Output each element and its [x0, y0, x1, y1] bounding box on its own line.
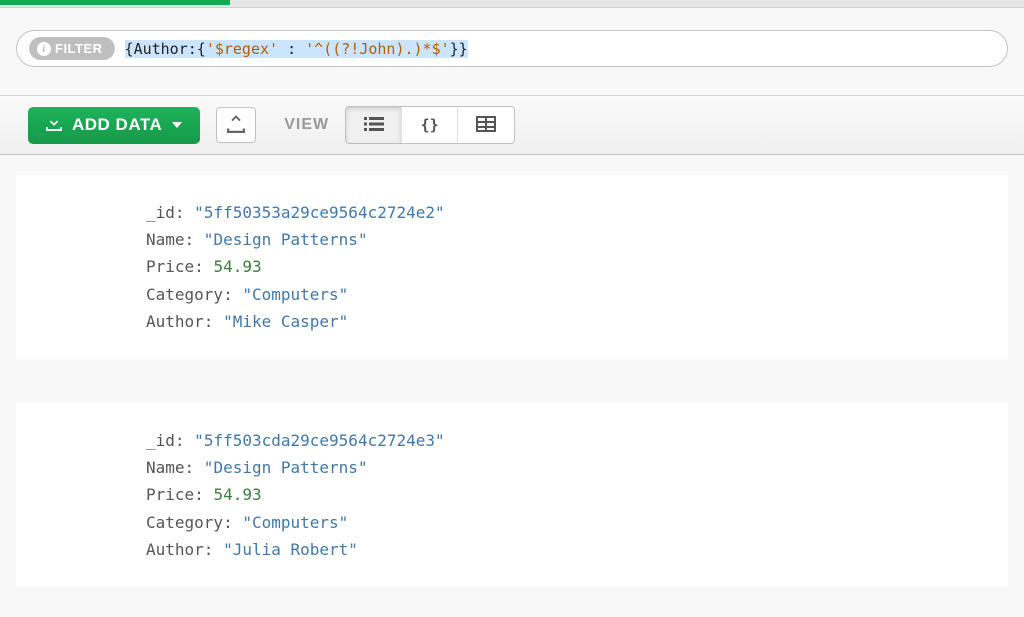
active-tab-indicator: [0, 0, 230, 5]
view-list-button[interactable]: [346, 107, 402, 143]
field-value: "Design Patterns": [204, 230, 368, 249]
view-json-button[interactable]: {}: [402, 107, 458, 143]
caret-down-icon: [172, 122, 182, 128]
field-row: Category: "Computers": [146, 509, 1008, 536]
field-key: Price: [146, 257, 194, 276]
filter-badge: i FILTER: [29, 37, 115, 60]
field-key: Name: [146, 230, 185, 249]
filter-bar[interactable]: i FILTER {Author:{'$regex' : '^((?!John)…: [16, 30, 1008, 67]
view-label: VIEW: [284, 116, 329, 134]
field-row: Price: 54.93: [146, 253, 1008, 280]
field-value: 54.93: [213, 257, 261, 276]
braces-icon: {}: [421, 116, 439, 134]
field-value: "Computers": [242, 285, 348, 304]
document-card[interactable]: _id: "5ff50353a29ce9564c2724e2" Name: "D…: [16, 175, 1008, 359]
info-icon: i: [37, 42, 51, 56]
import-button[interactable]: [216, 107, 256, 143]
field-key: _id: [146, 203, 175, 222]
field-value: 54.93: [213, 485, 261, 504]
field-row: Author: "Julia Robert": [146, 536, 1008, 563]
field-key: Name: [146, 458, 185, 477]
filter-query-input[interactable]: {Author:{'$regex' : '^((?!John).)*$'}}: [125, 40, 995, 58]
field-key: _id: [146, 431, 175, 450]
view-table-button[interactable]: [458, 107, 514, 143]
field-row: Author: "Mike Casper": [146, 308, 1008, 335]
field-value: "Design Patterns": [204, 458, 368, 477]
upload-icon: [227, 115, 245, 136]
download-icon: [46, 115, 62, 136]
field-value: "Julia Robert": [223, 540, 358, 559]
documents-list: _id: "5ff50353a29ce9564c2724e2" Name: "D…: [0, 155, 1024, 612]
field-row: Category: "Computers": [146, 281, 1008, 308]
field-value: "Computers": [242, 513, 348, 532]
view-mode-group: {}: [345, 106, 515, 144]
list-icon: [364, 115, 384, 136]
field-value: "5ff503cda29ce9564c2724e3": [194, 431, 444, 450]
field-key: Author: [146, 540, 204, 559]
toolbar: ADD DATA VIEW {}: [0, 95, 1024, 155]
top-bar: [0, 0, 1024, 8]
field-row: Name: "Design Patterns": [146, 226, 1008, 253]
field-value: "5ff50353a29ce9564c2724e2": [194, 203, 444, 222]
field-row: _id: "5ff503cda29ce9564c2724e3": [146, 427, 1008, 454]
field-value: "Mike Casper": [223, 312, 348, 331]
field-row: Price: 54.93: [146, 481, 1008, 508]
table-icon: [476, 115, 496, 136]
field-key: Category: [146, 513, 223, 532]
field-key: Category: [146, 285, 223, 304]
field-key: Author: [146, 312, 204, 331]
add-data-button[interactable]: ADD DATA: [28, 107, 200, 144]
field-row: _id: "5ff50353a29ce9564c2724e2": [146, 199, 1008, 226]
add-data-label: ADD DATA: [72, 115, 162, 135]
field-key: Price: [146, 485, 194, 504]
filter-badge-label: FILTER: [55, 41, 103, 56]
field-row: Name: "Design Patterns": [146, 454, 1008, 481]
document-card[interactable]: _id: "5ff503cda29ce9564c2724e3" Name: "D…: [16, 403, 1008, 587]
